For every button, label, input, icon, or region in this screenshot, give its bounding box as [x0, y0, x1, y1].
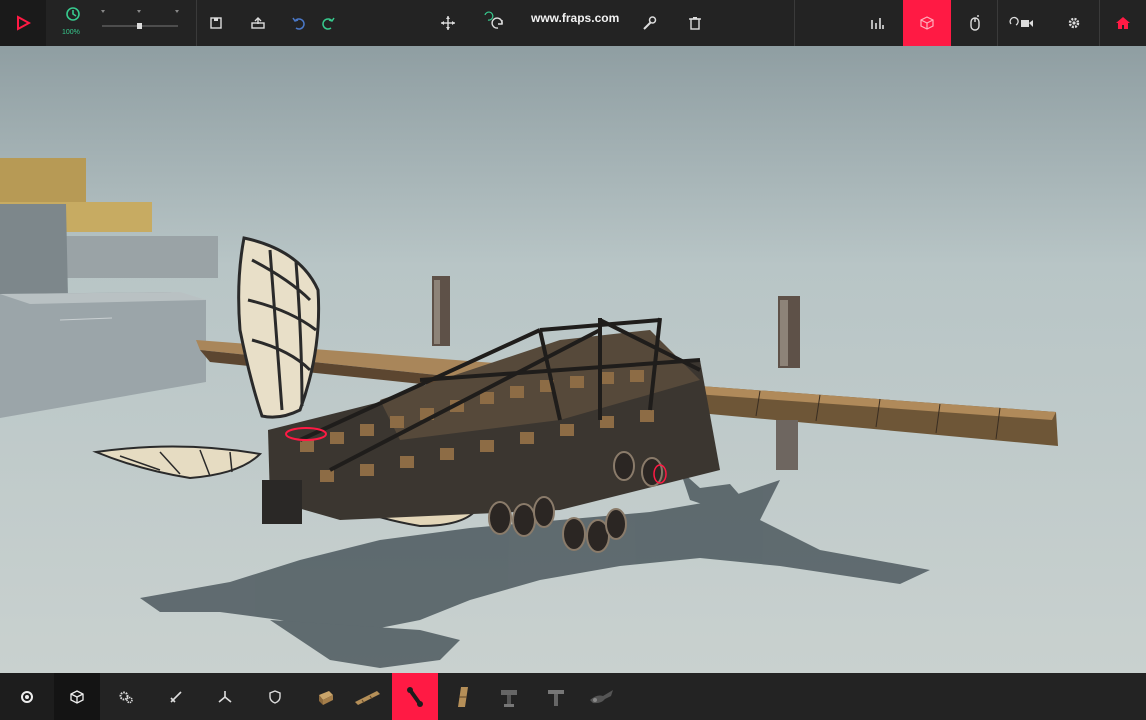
- block-view-button[interactable]: [903, 0, 951, 46]
- part-brace-selected[interactable]: [392, 673, 438, 720]
- part-small-wooden-block[interactable]: [310, 673, 340, 720]
- camera-icon: [1009, 16, 1033, 27]
- shield-icon: [269, 689, 281, 704]
- save-button[interactable]: [205, 0, 227, 46]
- modify-tool-button[interactable]: [638, 0, 660, 46]
- time-scale-button[interactable]: [60, 0, 86, 28]
- clock-icon: [66, 7, 80, 21]
- part-grabber[interactable]: [585, 673, 619, 720]
- rotate-icon: [484, 11, 503, 29]
- brace-icon: [407, 686, 423, 707]
- part-spring[interactable]: [450, 673, 476, 720]
- play-icon: [17, 15, 31, 31]
- grabber-icon: [590, 689, 613, 703]
- load-button[interactable]: [247, 0, 269, 46]
- category-armour-tab[interactable]: [263, 673, 287, 720]
- play-button[interactable]: [0, 0, 46, 46]
- gear-icon: [1068, 17, 1080, 29]
- stats-icon: [871, 18, 884, 29]
- spring-icon: [458, 686, 468, 707]
- mouse-orbit-button[interactable]: [963, 0, 987, 46]
- home-icon: [1116, 17, 1130, 29]
- redo-button[interactable]: [318, 0, 340, 46]
- wrench-icon: [643, 16, 657, 30]
- settings-button[interactable]: [1063, 0, 1085, 46]
- category-flight-tab[interactable]: [213, 673, 237, 720]
- delete-button[interactable]: [684, 0, 706, 46]
- camera-button[interactable]: [1006, 0, 1036, 46]
- time-scale-slider[interactable]: [100, 8, 180, 32]
- redo-icon: [322, 17, 335, 30]
- scene: [0, 46, 1146, 673]
- 3d-viewport[interactable]: [0, 46, 1146, 673]
- fraps-watermark: www.fraps.com: [531, 11, 620, 25]
- part-hinge[interactable]: [543, 673, 569, 720]
- record-icon: [21, 690, 33, 703]
- move-icon: [441, 16, 455, 30]
- sword-icon: [170, 690, 182, 703]
- undo-icon: [292, 17, 305, 30]
- home-button[interactable]: [1100, 0, 1146, 46]
- category-basic-tab[interactable]: [54, 673, 100, 720]
- cube-icon: [920, 16, 934, 30]
- top-toolbar: 100% www.fraps.com: [0, 0, 1146, 46]
- category-mechanical-tab[interactable]: [114, 673, 138, 720]
- save-icon: [210, 17, 222, 29]
- mouse-icon: [970, 15, 980, 31]
- rotate-tool-button[interactable]: [478, 0, 508, 46]
- propeller-icon: [218, 690, 232, 703]
- wooden-pole-icon: [355, 690, 380, 705]
- part-suspension[interactable]: [496, 673, 522, 720]
- suspension-icon: [501, 689, 517, 707]
- slider-track: [101, 10, 179, 29]
- load-icon: [251, 17, 265, 29]
- time-scale-value: 100%: [62, 29, 80, 36]
- part-wooden-pole[interactable]: [350, 673, 384, 720]
- hide-ui-button[interactable]: [0, 673, 54, 720]
- undo-button[interactable]: [287, 0, 309, 46]
- hinge-icon: [548, 689, 564, 706]
- wooden-block-icon: [319, 690, 333, 705]
- cube-icon: [70, 689, 84, 704]
- trash-icon: [689, 17, 701, 30]
- category-weaponry-tab[interactable]: [164, 673, 188, 720]
- stats-button[interactable]: [866, 0, 888, 46]
- move-tool-button[interactable]: [437, 0, 459, 46]
- gears-icon: [119, 691, 133, 703]
